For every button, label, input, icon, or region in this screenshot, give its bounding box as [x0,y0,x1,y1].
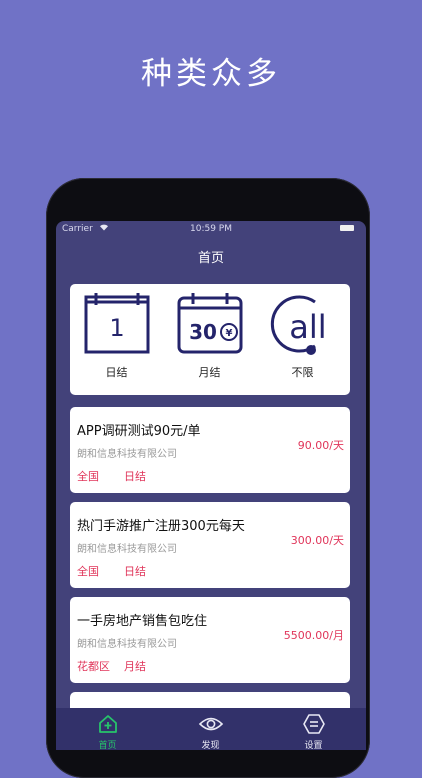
page-title: 首页 [197,251,224,266]
category-label: 月结 [198,366,221,379]
eye-icon [198,714,224,738]
category-monthly[interactable]: 30 ¥ 月结 [163,284,256,395]
job-area: 花都区 [77,660,110,673]
status-time: 10:59 PM [190,224,232,234]
job-pay: 90.00/天 [297,439,344,452]
tab-discover[interactable]: 发现 [159,708,262,750]
job-settlement: 日结 [124,470,146,483]
category-unlimited[interactable]: all 不限 [256,284,349,395]
category-card: 1 日结 30 ¥ 月结 all 不限 [70,284,350,395]
job-card[interactable]: APP调研测试90元/单 朗和信息科技有限公司 全国 日结 90.00/天 [70,407,350,493]
headline: 种类众多 [141,56,281,92]
category-label: 日结 [105,366,128,379]
calendar-day-icon: 1 [84,292,150,358]
job-company: 朗和信息科技有限公司 [77,544,177,555]
job-settlement: 日结 [124,565,146,578]
svg-text:1: 1 [109,314,124,342]
battery-icon [340,225,354,231]
job-card[interactable]: 热门手游推广注册300元每天 朗和信息科技有限公司 全国 日结 300.00/天 [70,502,350,588]
svg-text:30: 30 [189,320,217,344]
job-area: 全国 [77,470,99,483]
tab-label: 首页 [98,741,117,750]
svg-text:¥: ¥ [225,328,232,339]
status-bar: Carrier 10:59 PM [56,221,366,237]
app-screen: Carrier 10:59 PM 首页 1 日结 30 ¥ 月结 all 不限 … [56,221,366,750]
settings-icon [302,714,325,738]
job-title: 一手房地产销售包吃住 [77,614,208,629]
job-company: 朗和信息科技有限公司 [77,449,177,460]
job-pay: 5500.00/月 [283,629,344,642]
tab-home[interactable]: 首页 [56,708,159,750]
job-company: 朗和信息科技有限公司 [77,639,177,650]
svg-text:all: all [289,308,326,346]
all-icon: all [268,292,338,360]
tab-label: 设置 [304,741,323,750]
job-area: 全国 [77,565,99,578]
calendar-month-icon: 30 ¥ [177,292,243,358]
job-pay: 300.00/天 [290,534,344,547]
job-title: APP调研测试90元/单 [77,424,201,439]
tab-label: 发现 [201,741,220,750]
tab-settings[interactable]: 设置 [262,708,365,750]
category-label: 不限 [291,366,314,379]
category-daily[interactable]: 1 日结 [70,284,163,395]
job-title: 热门手游推广注册300元每天 [77,519,245,534]
tab-bar: 首页 发现 设置 [56,708,366,750]
job-settlement: 月结 [124,660,146,673]
home-icon [97,714,119,738]
job-card[interactable]: 一手房地产销售包吃住 朗和信息科技有限公司 花都区 月结 5500.00/月 [70,597,350,683]
